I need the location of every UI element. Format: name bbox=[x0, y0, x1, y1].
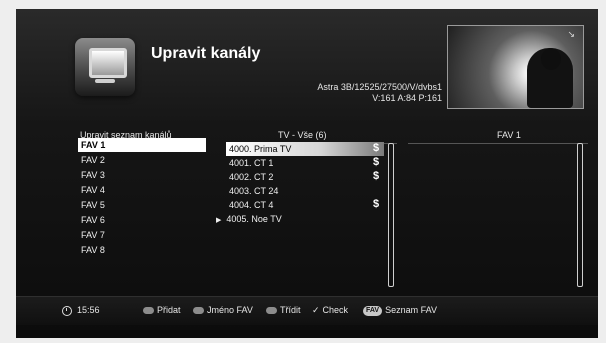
sort-label: Třídit bbox=[280, 305, 301, 315]
scrambled-icon: $ bbox=[373, 156, 380, 168]
clock-time: 15:56 bbox=[77, 305, 100, 315]
channel-scrollbar[interactable] bbox=[388, 143, 394, 287]
fav-list-header: FAV 1 bbox=[497, 130, 521, 140]
channel-row[interactable]: 4002. CT 2 bbox=[229, 170, 273, 184]
satellite-name: Astra 3B/12525/27500/V/dvbs1 bbox=[317, 82, 442, 92]
fav-list-item[interactable]: FAV 8 bbox=[81, 243, 105, 257]
check-button[interactable]: ✓ Check bbox=[312, 305, 348, 316]
fav-list-item[interactable]: FAV 1 bbox=[78, 138, 206, 152]
add-button[interactable]: Přidat bbox=[143, 305, 181, 315]
tv-icon bbox=[89, 48, 127, 78]
channel-row[interactable]: 4000. Prima TV bbox=[226, 142, 384, 156]
fav-list-button[interactable]: FAV Seznam FAV bbox=[363, 305, 437, 316]
color-key-icon bbox=[266, 307, 277, 315]
channel-row[interactable]: 4001. CT 1 bbox=[229, 156, 273, 170]
scrambled-icon: $ bbox=[373, 142, 380, 154]
fav-list-label: Seznam FAV bbox=[385, 305, 437, 315]
clock: 15:56 bbox=[62, 305, 100, 316]
channel-row-label: 4005. Noe TV bbox=[226, 214, 282, 224]
fav-list-item[interactable]: FAV 3 bbox=[81, 168, 105, 182]
add-label: Přidat bbox=[157, 305, 181, 315]
tv-logo-icon bbox=[75, 38, 135, 96]
fav-list-item[interactable]: FAV 6 bbox=[81, 213, 105, 227]
fav-list-item[interactable]: FAV 2 bbox=[81, 153, 105, 167]
rename-fav-button[interactable]: Jméno FAV bbox=[193, 305, 253, 315]
preview-corner-icon: ↘ bbox=[567, 29, 575, 39]
scrambled-icon: $ bbox=[373, 198, 380, 210]
tv-screen: Upravit kanály Astra 3B/12525/27500/V/dv… bbox=[16, 9, 598, 338]
scrambled-icon: $ bbox=[373, 170, 380, 182]
preview-head bbox=[541, 48, 561, 70]
signal-values: V:161 A:84 P:161 bbox=[372, 93, 442, 103]
page-title: Upravit kanály bbox=[151, 45, 261, 62]
channel-row[interactable]: ▶ 4005. Noe TV bbox=[216, 212, 282, 226]
clock-icon bbox=[62, 305, 72, 316]
check-label: Check bbox=[322, 305, 349, 315]
color-key-icon bbox=[193, 307, 204, 315]
sort-button[interactable]: Třídit bbox=[266, 305, 301, 315]
video-preview: ↘ bbox=[447, 25, 584, 109]
fav-list-item[interactable]: FAV 7 bbox=[81, 228, 105, 242]
rename-fav-label: Jméno FAV bbox=[207, 305, 253, 315]
fav-scrollbar[interactable] bbox=[577, 143, 583, 287]
color-key-icon bbox=[143, 307, 154, 315]
fav-key-icon: FAV bbox=[363, 305, 383, 316]
channel-row[interactable]: 4004. CT 4 bbox=[229, 198, 273, 212]
tv-stand bbox=[95, 79, 115, 83]
footer-bar: 15:56 Přidat Jméno FAV Třídit ✓ Check FAV… bbox=[16, 296, 598, 325]
fav-list-item[interactable]: FAV 5 bbox=[81, 198, 105, 212]
play-icon: ▶ bbox=[216, 217, 222, 224]
channel-row[interactable]: 4003. CT 24 bbox=[229, 184, 278, 198]
satellite-info: Astra 3B/12525/27500/V/dvbs1 V:161 A:84 … bbox=[317, 82, 442, 104]
divider bbox=[408, 143, 588, 144]
check-icon: ✓ bbox=[312, 305, 320, 315]
fav-list-item[interactable]: FAV 4 bbox=[81, 183, 105, 197]
channel-list-header: TV - Vše (6) bbox=[278, 130, 327, 140]
